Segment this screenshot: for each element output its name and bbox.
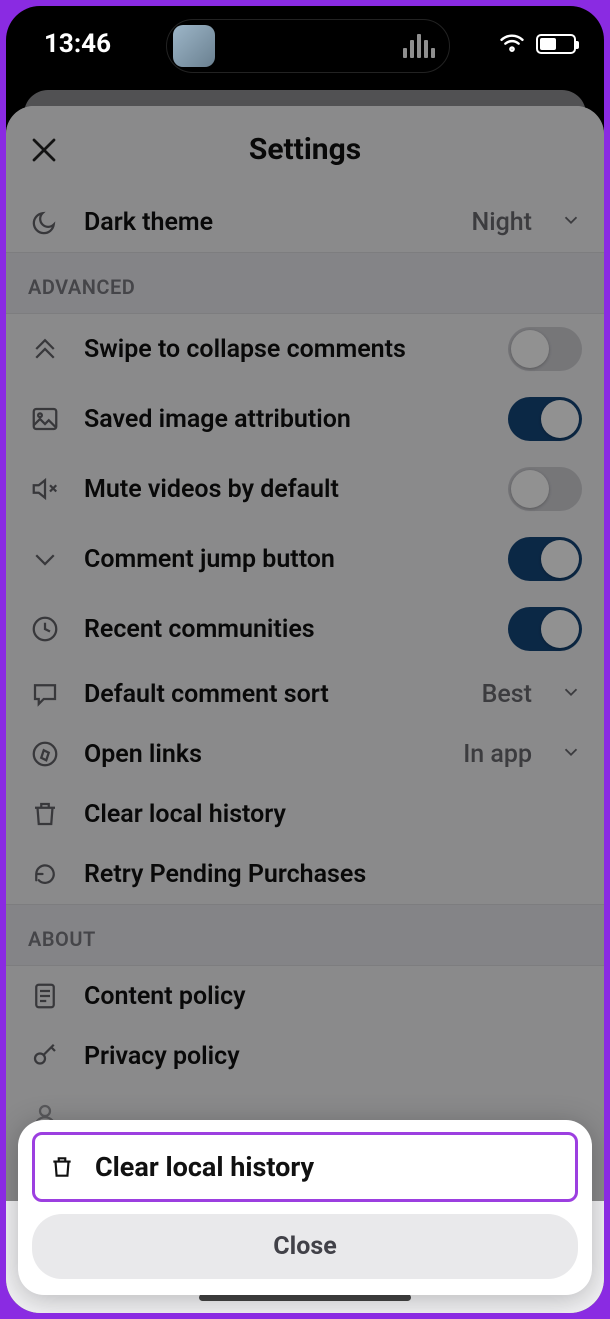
action-close-button[interactable]: Close bbox=[32, 1214, 578, 1279]
audio-waveform-icon bbox=[403, 34, 435, 58]
section-header-advanced: ADVANCED bbox=[6, 252, 604, 314]
dark-theme-value: Night bbox=[472, 208, 533, 237]
row-label: Open links bbox=[84, 740, 441, 769]
row-label: Swipe to collapse comments bbox=[84, 335, 486, 364]
settings-row-recent-communities[interactable]: Recent communities bbox=[6, 594, 604, 664]
document-icon bbox=[28, 979, 62, 1013]
row-label: Dark theme bbox=[84, 208, 450, 237]
compass-icon bbox=[28, 737, 62, 771]
wifi-icon bbox=[498, 31, 526, 57]
row-label: Saved image attribution bbox=[84, 405, 486, 434]
settings-row-comment-jump[interactable]: Comment jump button bbox=[6, 524, 604, 594]
status-time: 13:46 bbox=[44, 29, 111, 59]
toggle-recent-communities[interactable] bbox=[508, 607, 582, 651]
toggle-comment-jump[interactable] bbox=[508, 537, 582, 581]
moon-icon bbox=[28, 205, 62, 239]
chevron-down-icon bbox=[560, 681, 582, 707]
comment-icon bbox=[28, 677, 62, 711]
settings-row-retry-purchases[interactable]: Retry Pending Purchases bbox=[6, 844, 604, 904]
settings-row-image-attribution[interactable]: Saved image attribution bbox=[6, 384, 604, 454]
toggle-swipe-collapse[interactable] bbox=[508, 327, 582, 371]
chevron-down-icon bbox=[560, 741, 582, 767]
row-label: Retry Pending Purchases bbox=[84, 860, 582, 889]
trash-icon bbox=[47, 1152, 77, 1182]
home-indicator[interactable] bbox=[199, 1294, 411, 1301]
open-links-value: In app bbox=[463, 740, 532, 769]
chevron-down-icon bbox=[560, 209, 582, 235]
settings-row-swipe-collapse[interactable]: Swipe to collapse comments bbox=[6, 314, 604, 384]
settings-header: Settings bbox=[6, 106, 604, 192]
settings-row-dark-theme[interactable]: Dark theme Night bbox=[6, 192, 604, 252]
settings-row-default-sort[interactable]: Default comment sort Best bbox=[6, 664, 604, 724]
dynamic-island[interactable] bbox=[166, 19, 450, 73]
speaker-mute-icon bbox=[28, 472, 62, 506]
toggle-image-attribution[interactable] bbox=[508, 397, 582, 441]
battery-icon bbox=[536, 34, 576, 54]
settings-row-open-links[interactable]: Open links In app bbox=[6, 724, 604, 784]
row-label: Recent communities bbox=[84, 615, 486, 644]
chevron-down-icon bbox=[28, 542, 62, 576]
status-bar: 13:46 bbox=[6, 6, 604, 82]
settings-row-clear-history[interactable]: Clear local history bbox=[6, 784, 604, 844]
action-clear-local-history[interactable]: Clear local history bbox=[32, 1132, 578, 1202]
row-label: Default comment sort bbox=[84, 680, 460, 709]
toggle-mute-videos[interactable] bbox=[508, 467, 582, 511]
clock-icon bbox=[28, 612, 62, 646]
settings-row-content-policy[interactable]: Content policy bbox=[6, 966, 604, 1026]
section-header-about: ABOUT bbox=[6, 904, 604, 966]
row-label: Comment jump button bbox=[84, 545, 486, 574]
default-sort-value: Best bbox=[482, 680, 532, 709]
row-label: Mute videos by default bbox=[84, 475, 486, 504]
settings-row-mute-videos[interactable]: Mute videos by default bbox=[6, 454, 604, 524]
settings-row-privacy-policy[interactable]: Privacy policy bbox=[6, 1026, 604, 1086]
settings-title: Settings bbox=[249, 132, 361, 167]
row-label: Privacy policy bbox=[84, 1042, 582, 1071]
live-activity-app-icon bbox=[173, 25, 215, 67]
close-settings-button[interactable] bbox=[22, 128, 66, 172]
image-icon bbox=[28, 402, 62, 436]
action-label: Clear local history bbox=[95, 1151, 314, 1183]
double-chevron-up-icon bbox=[28, 332, 62, 366]
key-icon bbox=[28, 1039, 62, 1073]
row-label: Content policy bbox=[84, 982, 582, 1011]
trash-icon bbox=[28, 797, 62, 831]
refresh-icon bbox=[28, 857, 62, 891]
action-sheet: Clear local history Close bbox=[18, 1120, 592, 1295]
row-label: Clear local history bbox=[84, 800, 582, 829]
